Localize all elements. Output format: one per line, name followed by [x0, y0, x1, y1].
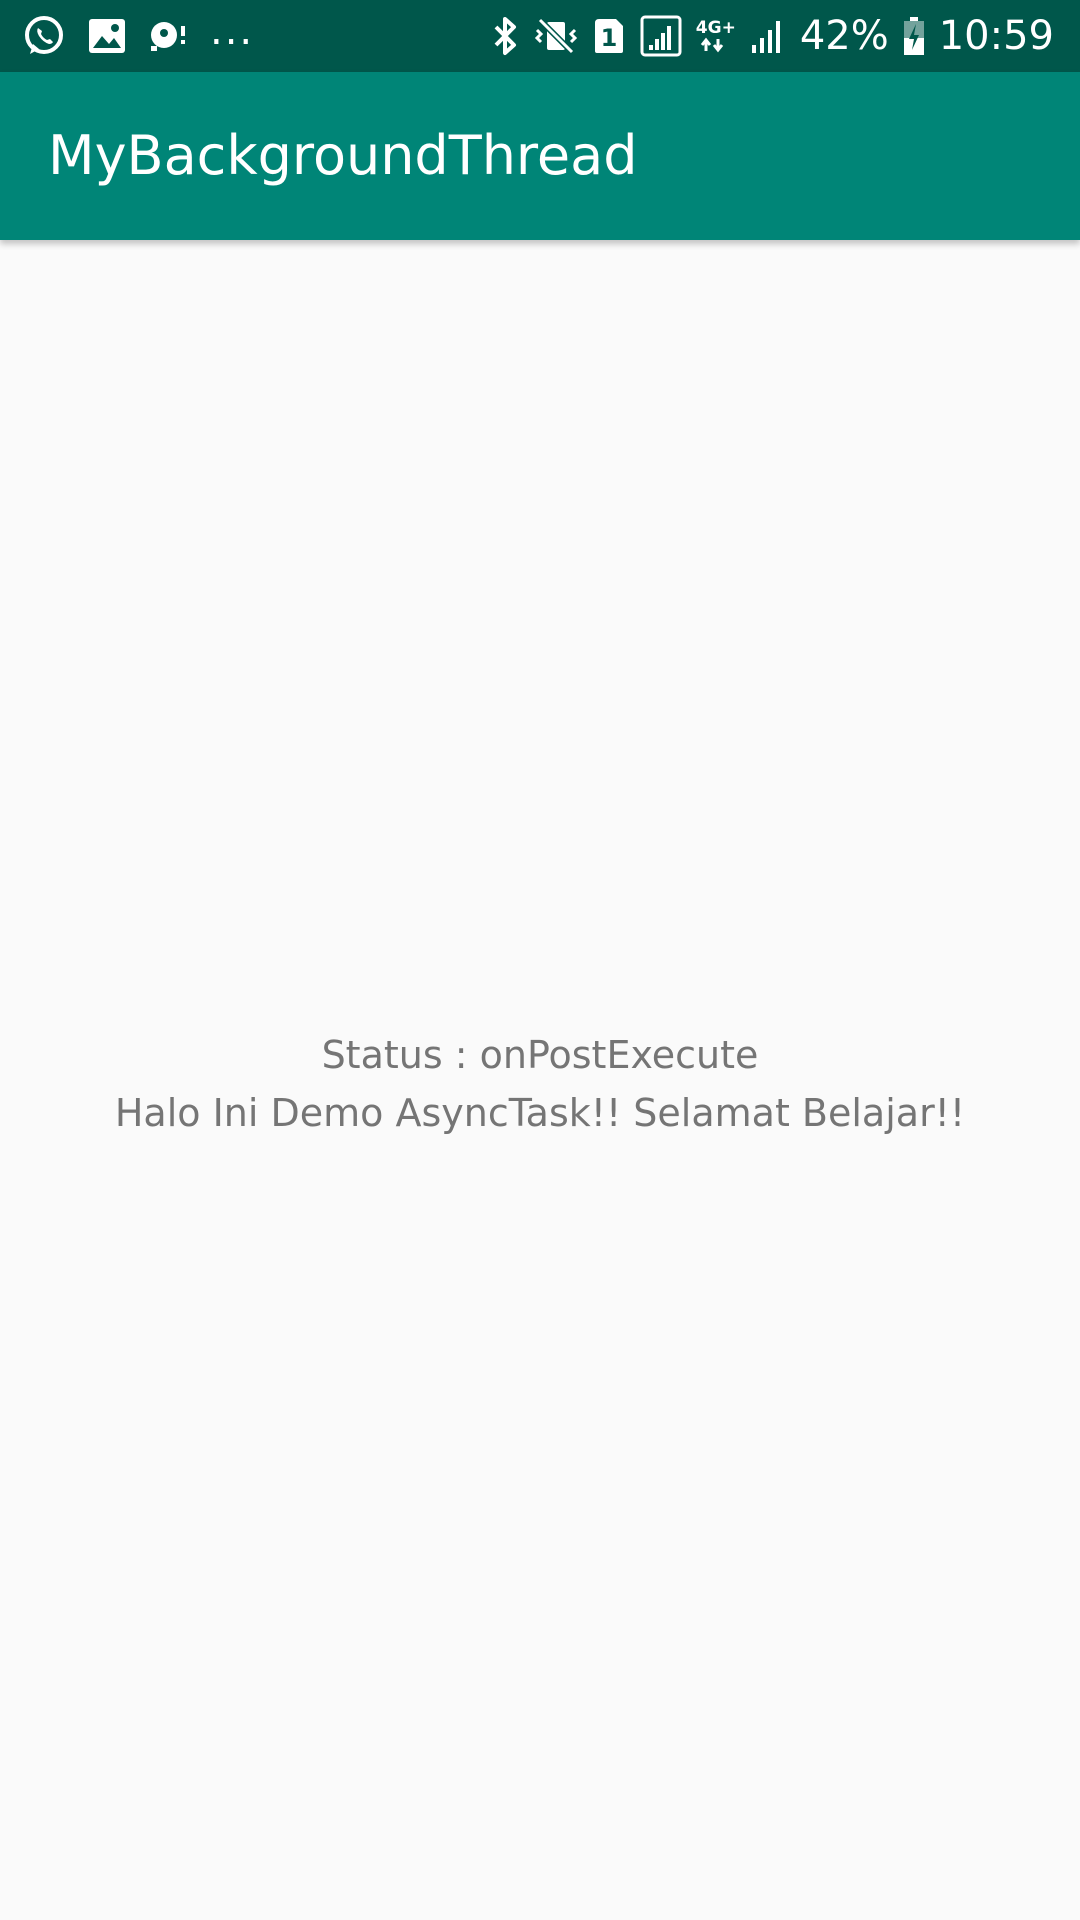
data-4g-icon: 4G+ [695, 17, 736, 53]
sim-1-label: 1 [600, 24, 617, 52]
notification-icon [148, 18, 188, 54]
message-text: Halo Ini Demo AsyncTask!! Selamat Belaja… [114, 1091, 966, 1135]
app-title: MyBackgroundThread [48, 124, 638, 187]
status-overflow-indicator: ... [210, 8, 255, 54]
image-icon [88, 18, 126, 54]
status-bar: ... 1 4G+ 42% 10:59 [0, 0, 1080, 72]
main-content: Status : onPostExecute Halo Ini Demo Asy… [0, 240, 1080, 1920]
signal-icon [750, 17, 786, 55]
status-bar-right: 1 4G+ 42% 10:59 [492, 0, 1054, 72]
whatsapp-icon [22, 14, 66, 58]
battery-charging-icon [903, 16, 925, 56]
battery-percent: 42% [799, 13, 889, 59]
status-text: Status : onPostExecute [321, 1033, 759, 1077]
network-type-label: 4G+ [695, 17, 736, 38]
bluetooth-icon [492, 15, 520, 57]
status-bar-left: ... [22, 0, 254, 72]
signal-icon [640, 15, 682, 57]
result-text: Status : onPostExecute Halo Ini Demo Asy… [0, 1026, 1080, 1142]
app-bar: MyBackgroundThread [0, 72, 1080, 240]
vibrate-icon [534, 16, 578, 56]
sim-1-icon: 1 [592, 17, 626, 55]
status-time: 10:59 [938, 13, 1054, 59]
